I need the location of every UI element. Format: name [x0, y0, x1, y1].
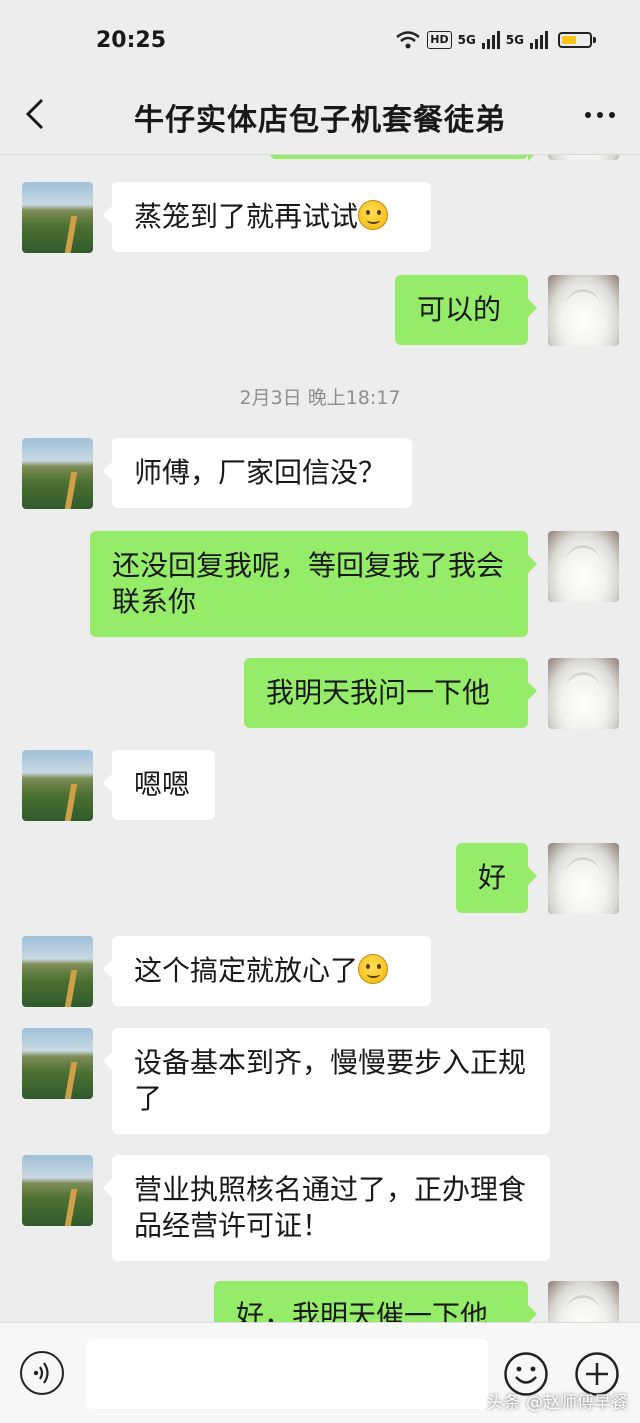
message-bubble[interactable]: 还没回复我呢，等回复我了我会联系你 — [90, 531, 537, 637]
avatar-self[interactable] — [548, 658, 619, 729]
message-bubble[interactable]: 这个搞定就放心了 — [103, 936, 431, 1006]
message-bubble[interactable]: 我明天我问一下他 — [244, 658, 537, 728]
avatar-contact[interactable] — [22, 750, 93, 821]
message-text: 我明天我问一下他 — [266, 676, 491, 709]
message-text: 可以的 — [417, 293, 502, 326]
message-text: 好 — [478, 861, 507, 894]
signal-icon — [481, 31, 500, 49]
signal-icon-2 — [530, 31, 548, 49]
avatar-self[interactable] — [548, 531, 619, 602]
message-bubble[interactable]: 可以的 — [395, 275, 537, 345]
message-text: 营业执照核名通过了，正办理食品经营许可证！ — [134, 1173, 527, 1242]
message-bubble[interactable]: 师傅，厂家回信没？ — [103, 438, 412, 508]
wifi-icon — [396, 31, 421, 49]
more-dots-icon[interactable] — [582, 100, 618, 130]
message-bubble[interactable]: 蒸笼到了就再试试 — [103, 182, 431, 252]
battery-icon — [558, 32, 596, 48]
avatar-self[interactable] — [548, 275, 619, 346]
avatar-self[interactable] — [548, 843, 619, 914]
status-time: 20:25 — [96, 28, 167, 53]
avatar-contact[interactable] — [22, 936, 93, 1007]
message-text: 好，我明天催一下他 — [236, 1299, 489, 1322]
avatar-contact[interactable] — [22, 1028, 93, 1099]
smile-emoji-icon — [358, 200, 389, 230]
message-bubble[interactable]: 嗯嗯 — [103, 750, 215, 820]
hd-voice-icon: HD — [427, 31, 452, 49]
message-bubble[interactable]: 营业执照核名通过了，正办理食品经营许可证！ — [103, 1155, 550, 1261]
message-bubble[interactable]: 好 — [456, 843, 537, 913]
chat-title: 牛仔实体店包子机套餐徒弟 — [134, 103, 506, 138]
network-type-2: 5G — [505, 33, 524, 47]
avatar-self[interactable] — [548, 155, 619, 160]
message-text: 嗯嗯 — [134, 768, 191, 801]
avatar-contact[interactable] — [22, 1155, 93, 1226]
smile-emoji-icon — [358, 954, 389, 984]
status-bar: 20:25 HD 5G 5G — [0, 0, 640, 80]
voice-icon[interactable] — [20, 1351, 64, 1395]
chat-header: 牛仔实体店包子机套餐徒弟 — [0, 80, 640, 155]
chat-timestamp: 2月3日 晚上18:17 — [239, 387, 401, 409]
message-text: 师傅，厂家回信没？ — [134, 456, 387, 489]
message-bubble[interactable]: 设备基本到齐，慢慢要步入正规了 — [103, 1028, 550, 1134]
watermark: 头条 @赵师傅早餐 — [486, 1393, 628, 1413]
message-list[interactable]: 蒸笼到了就再试试 可以的 2月3日 晚上18:17 师傅，厂家回信没？ 还没回复… — [0, 155, 640, 1322]
message-text: 设备基本到齐，慢慢要步入正规了 — [134, 1046, 527, 1115]
message-text: 还没回复我呢，等回复我了我会联系你 — [112, 549, 505, 618]
message-input[interactable] — [86, 1339, 488, 1409]
avatar-contact[interactable] — [22, 182, 93, 253]
message-bubble-partial — [270, 155, 537, 161]
status-icons: HD 5G 5G — [395, 30, 596, 50]
message-bubble[interactable]: 好，我明天催一下他 — [214, 1281, 537, 1322]
chevron-left-icon[interactable] — [18, 94, 58, 134]
message-text: 蒸笼到了就再试试 — [134, 200, 359, 233]
avatar-self[interactable] — [548, 1281, 619, 1322]
avatar-contact[interactable] — [22, 438, 93, 509]
network-type-1: 5G — [457, 33, 476, 47]
message-text: 这个搞定就放心了 — [134, 954, 359, 987]
